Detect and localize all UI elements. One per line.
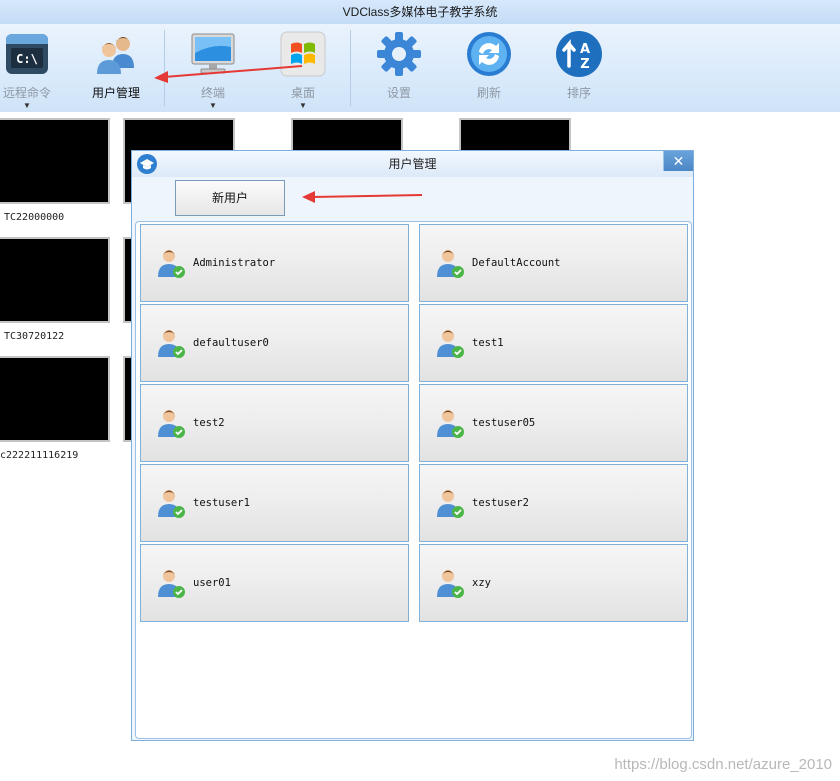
chevron-down-icon[interactable]: ▼: [299, 102, 307, 110]
svg-text:Z: Z: [580, 57, 589, 72]
toolbar-separator: [350, 30, 351, 106]
user-check-icon: [437, 570, 464, 598]
toolbar-settings-button[interactable]: 设置: [364, 24, 434, 112]
user-check-icon: [158, 250, 185, 278]
user-card-test2[interactable]: test2: [140, 384, 409, 462]
refresh-icon: [467, 32, 511, 76]
terminal-name: TC22000000: [4, 212, 65, 223]
toolbar-label: 排序: [566, 86, 591, 100]
user-name: defaultuser0: [193, 337, 269, 349]
user-name: testuser2: [472, 497, 529, 509]
user-name: Administrator: [193, 257, 276, 269]
user-card-xzy[interactable]: xzy: [419, 544, 688, 622]
user-card-testuser1[interactable]: testuser1: [140, 464, 409, 542]
user-card-administrator[interactable]: Administrator: [140, 224, 409, 302]
watermark: https://blog.csdn.net/azure_2010: [614, 756, 832, 773]
user-check-icon: [437, 250, 464, 278]
user-check-icon: [437, 330, 464, 358]
user-check-icon: [158, 330, 185, 358]
users-icon: [97, 37, 134, 74]
graduation-cap-icon: [137, 154, 157, 174]
cmd-terminal-icon: C:\: [6, 34, 48, 74]
user-card-defaultaccount[interactable]: DefaultAccount: [419, 224, 688, 302]
user-card-testuser05[interactable]: testuser05: [419, 384, 688, 462]
user-check-icon: [437, 410, 464, 438]
sort-az-icon: A Z: [556, 31, 602, 77]
close-icon[interactable]: ✕: [663, 151, 693, 171]
toolbar-label: 终端: [200, 86, 225, 100]
user-name: test2: [193, 417, 225, 429]
svg-text:C:\: C:\: [16, 52, 38, 66]
toolbar-label: 远程命令: [2, 86, 51, 100]
window-title: VDClass多媒体电子教学系统: [0, 0, 840, 24]
user-card-user01[interactable]: user01: [140, 544, 409, 622]
user-check-icon: [158, 410, 185, 438]
terminal-name: TC30720122: [4, 331, 65, 342]
terminal-tile[interactable]: [0, 356, 110, 442]
gear-icon: [377, 32, 421, 76]
toolbar: C:\ 远程命令 ▼ 用户管理 终端 ▼ 桌面 ▼ 设置 刷新 A Z 排序: [0, 24, 840, 112]
user-check-icon: [437, 490, 464, 518]
user-name: testuser05: [472, 417, 536, 429]
chevron-down-icon[interactable]: ▼: [23, 102, 31, 110]
user-card-testuser2[interactable]: testuser2: [419, 464, 688, 542]
user-check-icon: [158, 570, 185, 598]
new-user-button[interactable]: 新用户: [175, 180, 285, 216]
user-name: DefaultAccount: [472, 257, 561, 269]
annotation-arrow: [154, 65, 303, 83]
user-name: testuser1: [193, 497, 250, 509]
annotation-arrow: [302, 191, 423, 203]
toolbar-label: 设置: [386, 86, 411, 100]
toolbar-refresh-button[interactable]: 刷新: [454, 24, 524, 112]
chevron-down-icon[interactable]: ▼: [209, 102, 217, 110]
user-name: user01: [193, 577, 231, 589]
terminal-tile[interactable]: [0, 237, 110, 323]
toolbar-label: 刷新: [476, 86, 501, 100]
user-list: Administrator DefaultAccount defaultuser…: [135, 221, 692, 739]
toolbar-label: 用户管理: [91, 86, 140, 100]
svg-text:A: A: [580, 42, 590, 57]
user-card-defaultuser0[interactable]: defaultuser0: [140, 304, 409, 382]
toolbar-remote-command-button[interactable]: C:\ 远程命令 ▼: [0, 24, 62, 112]
toolbar-user-management-button[interactable]: 用户管理: [81, 24, 151, 112]
user-card-test1[interactable]: test1: [419, 304, 688, 382]
user-management-dialog: 用户管理 ✕ 新用户 Administrator DefaultAccount: [131, 150, 694, 741]
terminal-name: c222211116219: [0, 450, 79, 461]
terminal-tile[interactable]: [0, 118, 110, 204]
user-name: test1: [472, 337, 504, 349]
user-name: xzy: [472, 577, 491, 589]
toolbar-label: 桌面: [290, 86, 315, 100]
dialog-title: 用户管理: [132, 151, 693, 177]
user-check-icon: [158, 490, 185, 518]
toolbar-sort-button[interactable]: A Z 排序: [544, 24, 614, 112]
